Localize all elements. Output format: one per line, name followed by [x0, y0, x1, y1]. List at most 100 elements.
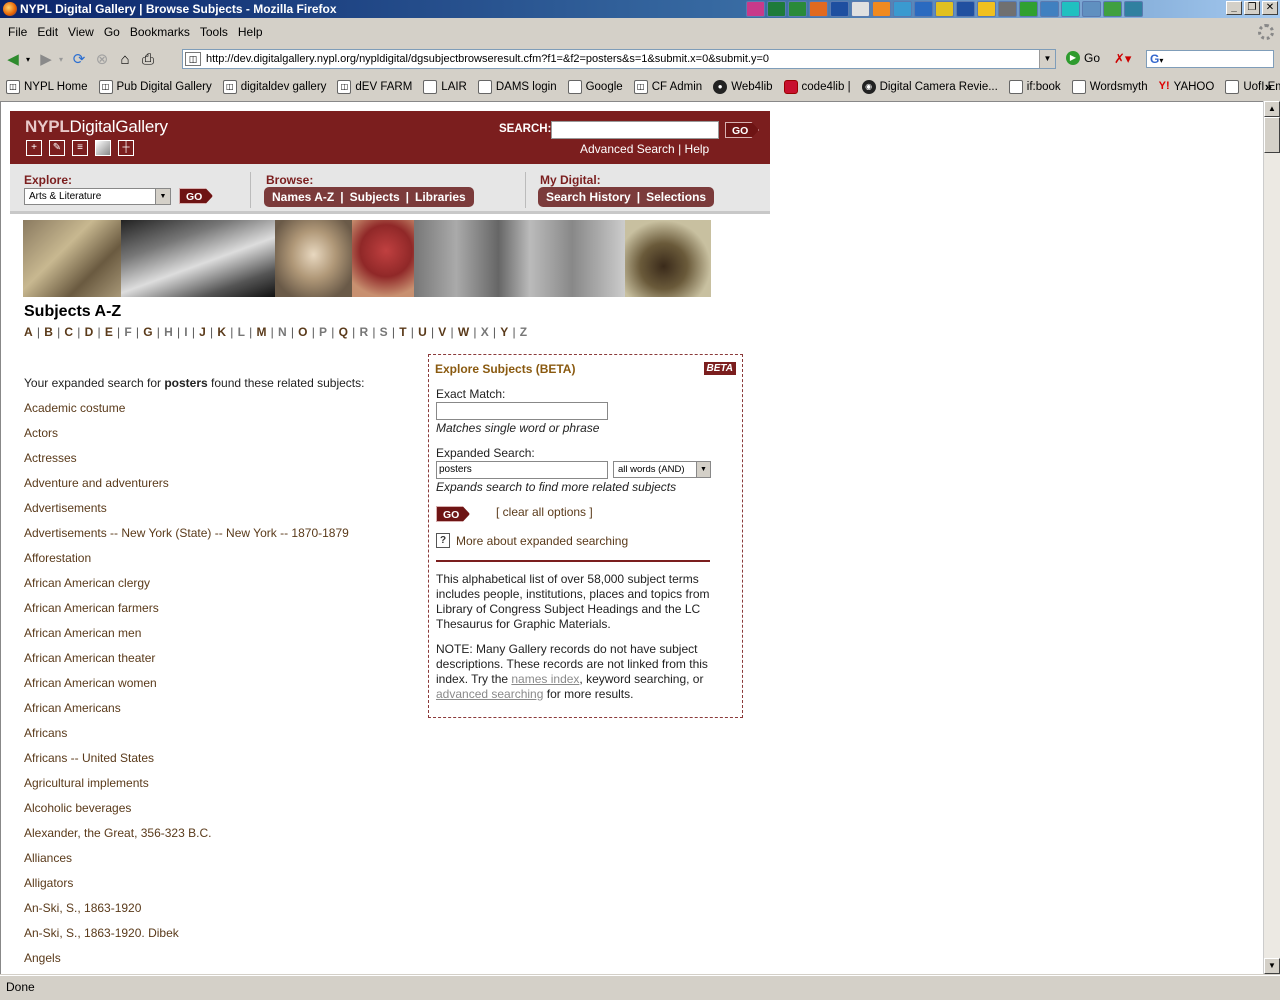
browse-subjects-link[interactable]: Subjects [350, 190, 400, 204]
adblock-icon[interactable]: ✗▾ [1114, 51, 1131, 67]
menu-file[interactable]: File [4, 25, 33, 39]
subject-link[interactable]: Actors [24, 426, 349, 451]
letter-link[interactable]: T [399, 325, 407, 339]
browse-libraries-link[interactable]: Libraries [415, 190, 466, 204]
url-dropdown-icon[interactable]: ▼ [1039, 50, 1055, 68]
tray-icon[interactable] [914, 1, 933, 17]
explore-subjects-go-button[interactable]: GO [436, 506, 470, 522]
bookmark-item[interactable]: DAMS login [477, 80, 557, 94]
bookmark-item[interactable]: ◫ CF Admin [633, 80, 702, 94]
print-icon[interactable]: ⎙ [138, 49, 158, 69]
subject-link[interactable]: Alliances [24, 851, 349, 876]
letter-link[interactable]: W [458, 325, 470, 339]
letter-link[interactable]: A [24, 325, 33, 339]
subject-link[interactable]: Alligators [24, 876, 349, 901]
clear-options-link[interactable]: [ clear all options ] [496, 505, 593, 519]
menu-help[interactable]: Help [234, 25, 269, 39]
subject-link[interactable]: Africans [24, 726, 349, 751]
subject-link[interactable]: Actresses [24, 451, 349, 476]
tray-icon[interactable] [746, 1, 765, 17]
letter-link[interactable]: P [319, 325, 327, 339]
letter-link[interactable]: J [199, 325, 206, 339]
letter-link[interactable]: F [124, 325, 132, 339]
explore-select[interactable]: Arts & Literature ▼ [24, 188, 171, 205]
letter-link[interactable]: S [380, 325, 388, 339]
letter-link[interactable]: E [105, 325, 113, 339]
subject-link[interactable]: An-Ski, S., 1863-1920 [24, 901, 349, 926]
reload-icon[interactable]: ⟳ [69, 49, 89, 69]
restore-icon[interactable]: ❐ [1244, 1, 1260, 15]
help-link[interactable]: Help [685, 142, 710, 156]
tray-icon[interactable] [1040, 1, 1059, 17]
menu-go[interactable]: Go [100, 25, 126, 39]
forward-icon[interactable]: ▶ [36, 49, 56, 69]
letter-link[interactable]: K [217, 325, 226, 339]
tray-icon[interactable] [956, 1, 975, 17]
tray-icon[interactable] [1103, 1, 1122, 17]
subject-link[interactable]: Academic costume [24, 401, 349, 426]
menu-view[interactable]: View [64, 25, 100, 39]
menu-bookmarks[interactable]: Bookmarks [126, 25, 196, 39]
advanced-search-link[interactable]: Advanced Search [580, 142, 675, 156]
letter-link[interactable]: D [85, 325, 94, 339]
letter-link[interactable]: U [418, 325, 427, 339]
close-icon[interactable]: ✕ [1262, 1, 1278, 15]
search-history-link[interactable]: Search History [546, 190, 631, 204]
grid-icon[interactable]: ┼ [118, 140, 134, 156]
tray-icon[interactable] [851, 1, 870, 17]
letter-link[interactable]: G [143, 325, 153, 339]
expanded-search-input[interactable]: posters [436, 461, 608, 479]
letter-link[interactable]: Q [339, 325, 349, 339]
tray-icon[interactable] [893, 1, 912, 17]
bookmark-item[interactable]: Google [567, 80, 623, 94]
subject-link[interactable]: African Americans [24, 701, 349, 726]
edit-icon[interactable]: ✎ [49, 140, 65, 156]
bookmark-item[interactable]: Wordsmyth [1071, 80, 1148, 94]
more-about-link[interactable]: ? More about expanded searching [436, 533, 628, 548]
menu-tools[interactable]: Tools [196, 25, 234, 39]
subject-link[interactable]: African American men [24, 626, 349, 651]
bookmark-item[interactable]: ◫ Pub Digital Gallery [98, 80, 212, 94]
letter-link[interactable]: I [184, 325, 188, 339]
letter-link[interactable]: O [298, 325, 308, 339]
subject-link[interactable]: Adventure and adventurers [24, 476, 349, 501]
bookmark-item[interactable]: ◫ digitaldev gallery [222, 80, 326, 94]
subject-link[interactable]: Advertisements -- New York (State) -- Ne… [24, 526, 349, 551]
browse-names-link[interactable]: Names A-Z [272, 190, 334, 204]
tray-icon[interactable] [935, 1, 954, 17]
tray-icon[interactable] [767, 1, 786, 17]
bookmark-item[interactable]: LAIR [423, 80, 467, 94]
tray-icon[interactable] [977, 1, 996, 17]
names-index-link[interactable]: names index [511, 672, 579, 686]
selections-link[interactable]: Selections [646, 190, 706, 204]
letter-link[interactable]: M [256, 325, 266, 339]
letter-link[interactable]: L [238, 325, 246, 339]
site-logo[interactable]: NYPLDigitalGallery [25, 117, 168, 137]
subject-link[interactable]: Alexander, the Great, 356-323 B.C. [24, 826, 349, 851]
letter-link[interactable]: X [481, 325, 489, 339]
scroll-thumb[interactable] [1264, 117, 1280, 153]
bookmark-item[interactable]: code4lib | [783, 80, 851, 94]
add-icon[interactable]: + [26, 140, 42, 156]
bookmark-item[interactable]: ● Web4lib [713, 80, 773, 94]
tray-icon[interactable] [1019, 1, 1038, 17]
search-mode-select[interactable]: all words (AND) ▼ [613, 461, 711, 478]
list-icon[interactable]: ≡ [72, 140, 88, 156]
subject-link[interactable]: African American theater [24, 651, 349, 676]
subject-link[interactable]: Angels [24, 951, 349, 974]
tray-icon[interactable] [1082, 1, 1101, 17]
tray-icon[interactable] [1124, 1, 1143, 17]
tray-icon[interactable] [830, 1, 849, 17]
search-engine-input[interactable]: G▾ [1146, 50, 1274, 68]
subject-link[interactable]: An-Ski, S., 1863-1920. Dibek [24, 926, 349, 951]
letter-link[interactable]: V [438, 325, 446, 339]
subject-link[interactable]: African American clergy [24, 576, 349, 601]
letter-link[interactable]: R [359, 325, 368, 339]
bookmark-item[interactable]: Y! YAHOO [1159, 80, 1215, 94]
letter-link[interactable]: Y [500, 325, 508, 339]
scroll-up-icon[interactable]: ▲ [1264, 101, 1280, 117]
tray-icon[interactable] [809, 1, 828, 17]
advanced-searching-link[interactable]: advanced searching [436, 687, 543, 701]
tray-icon[interactable] [788, 1, 807, 17]
header-search-go-button[interactable]: GO [725, 122, 759, 138]
